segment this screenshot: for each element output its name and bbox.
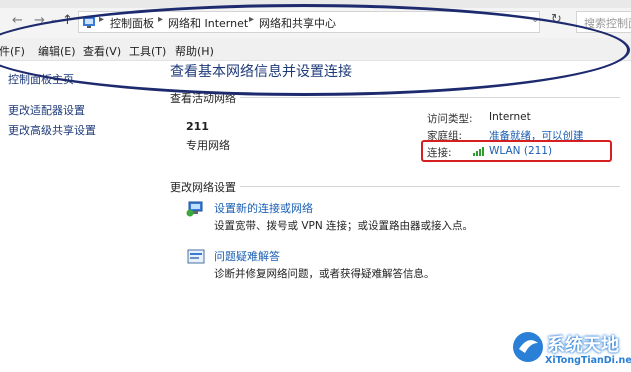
annotation-highlight-box (421, 140, 612, 162)
sidebar-item-advanced-sharing[interactable]: 更改高级共享设置 (8, 122, 96, 138)
access-type-value: Internet (489, 111, 531, 123)
troubleshoot-link[interactable]: 问题疑难解答 (214, 248, 280, 264)
network-name: 211 (186, 120, 209, 133)
new-connection-icon (186, 201, 203, 217)
watermark-text: 系统天地 (547, 335, 619, 356)
troubleshoot-icon (187, 249, 205, 264)
change-settings-header: 更改网络设置 (170, 181, 236, 194)
troubleshoot-desc: 诊断并修复网络问题，或者获得疑难解答信息。 (214, 268, 435, 280)
access-type-label: 访问类型: (427, 113, 473, 125)
setup-connection-link[interactable]: 设置新的连接或网络 (214, 200, 313, 216)
network-category: 专用网络 (186, 139, 230, 152)
watermark-subtext: XiTongTianDi.net (545, 355, 631, 366)
setup-connection-desc: 设置宽带、拨号或 VPN 连接；或设置路由器或接入点。 (214, 220, 474, 232)
sidebar-item-adapter-settings[interactable]: 更改适配器设置 (8, 102, 85, 118)
back-arrow-icon[interactable]: ← (12, 13, 23, 28)
watermark-logo-icon (513, 332, 543, 362)
section-divider (240, 186, 620, 187)
annotation-ellipse (0, 4, 630, 96)
section-divider (240, 97, 620, 98)
